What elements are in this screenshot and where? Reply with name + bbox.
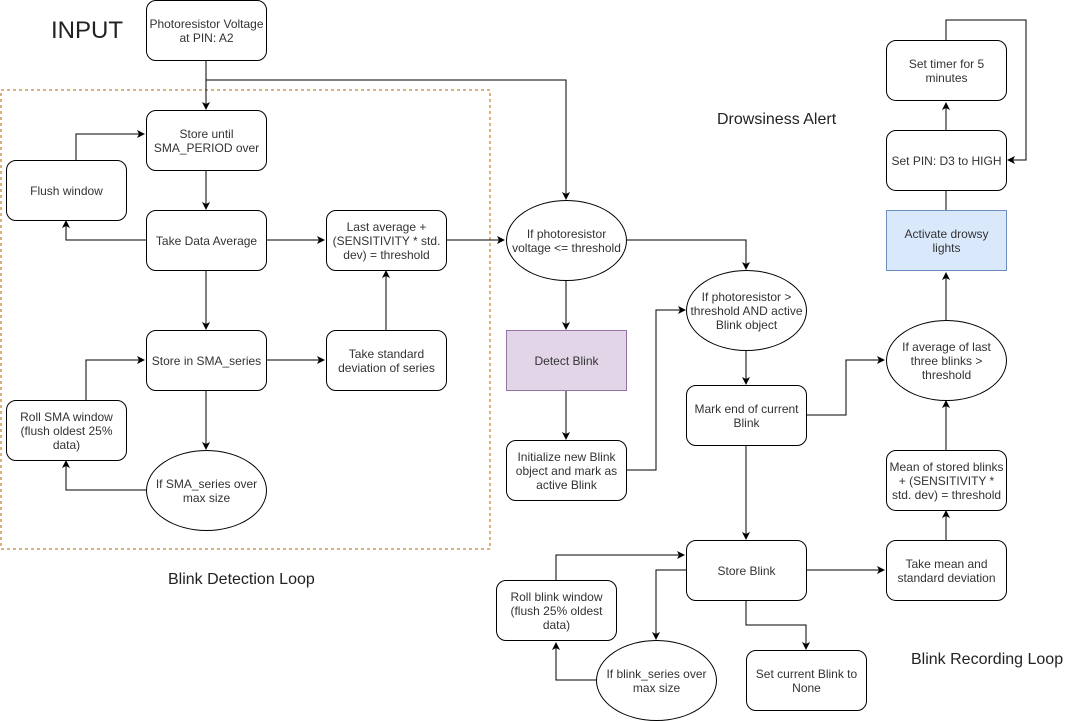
edge-init-ifgt bbox=[626, 306, 686, 471]
edge-roll-store bbox=[555, 551, 685, 580]
edge-roll-storesma bbox=[85, 356, 145, 400]
node-store-blink: Store Blink bbox=[686, 540, 807, 601]
node-blink-series-over-max: If blink_series over max size bbox=[596, 640, 717, 721]
blink-recording-loop-label: Blink Recording Loop bbox=[911, 651, 1064, 668]
edge-blinkover-roll bbox=[552, 642, 598, 681]
node-take-standard-deviation: Take standard deviation of series bbox=[326, 330, 447, 391]
edge-ifle-ifgt bbox=[626, 239, 750, 270]
input-label: INPUT bbox=[51, 17, 123, 44]
node-store-until-period: Store until SMA_PERIOD over bbox=[146, 110, 267, 171]
node-initialize-blink: Initialize new Blink object and mark as … bbox=[506, 440, 627, 501]
node-store-sma-series: Store in SMA_series bbox=[146, 330, 267, 391]
node-set-pin-d3-high: Set PIN: D3 to HIGH bbox=[886, 130, 1007, 191]
node-set-timer: Set timer for 5 minutes bbox=[886, 40, 1007, 101]
node-take-data-average: Take Data Average bbox=[146, 210, 267, 271]
node-roll-blink-window: Roll blink window (flush 25% oldest data… bbox=[496, 580, 617, 641]
node-last-average-threshold: Last average + (SENSITIVITY * std. dev) … bbox=[326, 210, 447, 271]
drowsiness-alert-label: Drowsiness Alert bbox=[717, 111, 837, 128]
node-take-mean-std: Take mean and standard deviation bbox=[886, 540, 1007, 601]
node-flush-window: Flush window bbox=[6, 160, 127, 221]
node-activate-drowsy-lights: Activate drowsy lights bbox=[886, 210, 1007, 271]
blink-detection-loop-label: Blink Detection Loop bbox=[168, 571, 315, 588]
node-roll-sma-window: Roll SMA window (flush oldest 25% data) bbox=[6, 400, 127, 461]
node-mean-stored-threshold: Mean of stored blinks + (SENSITIVITY * s… bbox=[886, 450, 1007, 511]
node-sma-series-over-max: If SMA_series over max size bbox=[146, 450, 267, 531]
node-set-blink-none: Set current Blink to None bbox=[746, 650, 867, 711]
edge-average-flush bbox=[62, 220, 146, 241]
edge-flush-store bbox=[75, 130, 145, 160]
edge-over-roll bbox=[62, 460, 146, 491]
node-photoresistor-input: Photoresistor Voltage at PIN: A2 bbox=[146, 0, 267, 61]
edge-store-blinkover bbox=[652, 569, 686, 640]
edge-store-none bbox=[745, 600, 810, 650]
node-if-above-threshold-active: If photoresistor > threshold AND active … bbox=[686, 270, 807, 351]
node-if-voltage-le-threshold: If photoresistor voltage <= threshold bbox=[506, 200, 627, 281]
edge-markend-avg bbox=[806, 356, 885, 416]
node-mark-end-blink: Mark end of current Blink bbox=[686, 385, 807, 446]
node-detect-blink: Detect Blink bbox=[506, 330, 627, 391]
node-if-average-three-blinks: If average of last three blinks > thresh… bbox=[886, 320, 1007, 401]
